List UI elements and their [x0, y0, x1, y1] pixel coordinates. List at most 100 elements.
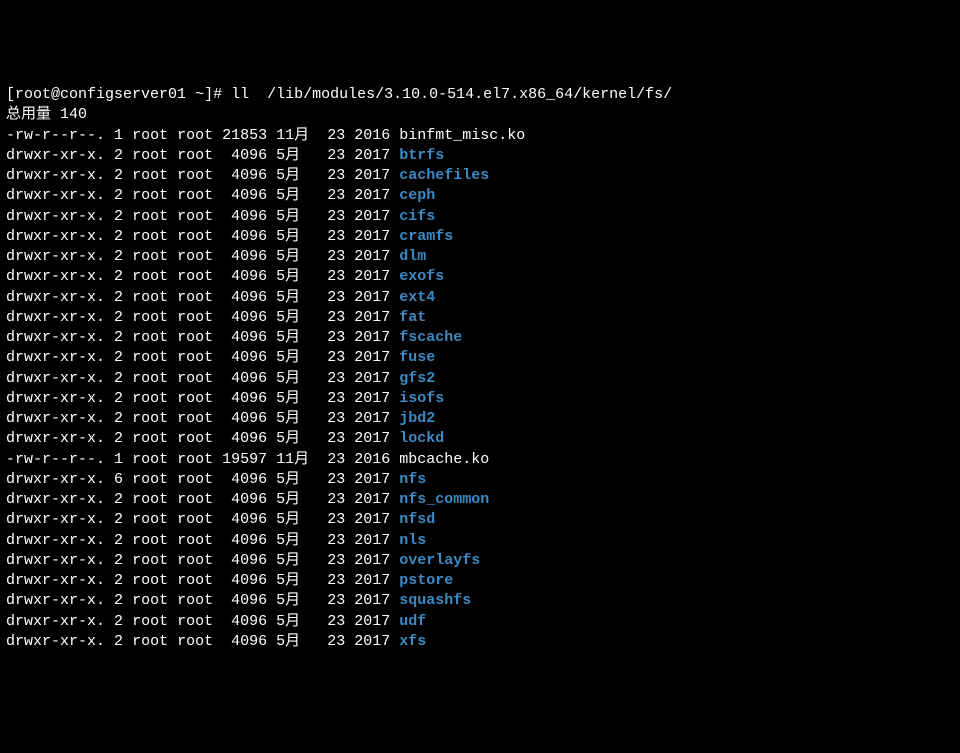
- links: 2: [114, 248, 123, 265]
- year: 2017: [354, 410, 390, 427]
- group: root: [177, 390, 213, 407]
- links: 2: [114, 390, 123, 407]
- month: 5月: [276, 349, 318, 366]
- size: 4096: [222, 613, 267, 630]
- month: 11月: [276, 127, 318, 144]
- group: root: [177, 289, 213, 306]
- folder-icon-name: ceph: [399, 187, 435, 204]
- size: 4096: [222, 289, 267, 306]
- year: 2017: [354, 471, 390, 488]
- month: 5月: [276, 511, 318, 528]
- owner: root: [132, 511, 168, 528]
- folder-icon-name: btrfs: [399, 147, 444, 164]
- perm: drwxr-xr-x.: [6, 329, 105, 346]
- group: root: [177, 572, 213, 589]
- owner: root: [132, 471, 168, 488]
- links: 2: [114, 613, 123, 630]
- file-listing: -rw-r--r--. 1 root root 21853 11月 23 201…: [6, 126, 954, 653]
- links: 2: [114, 410, 123, 427]
- owner: root: [132, 228, 168, 245]
- month: 5月: [276, 491, 318, 508]
- list-item: drwxr-xr-x. 2 root root 4096 5月 23 2017 …: [6, 511, 435, 528]
- day: 23: [327, 390, 345, 407]
- perm: drwxr-xr-x.: [6, 309, 105, 326]
- group: root: [177, 187, 213, 204]
- year: 2016: [354, 127, 390, 144]
- year: 2017: [354, 592, 390, 609]
- folder-icon-name: jbd2: [399, 410, 435, 427]
- prompt-user-host: root@configserver01: [15, 86, 186, 103]
- prompt-open: [: [6, 86, 15, 103]
- folder-icon-name: nfs: [399, 471, 426, 488]
- terminal-output[interactable]: [root@configserver01 ~]# ll /lib/modules…: [6, 85, 954, 652]
- year: 2017: [354, 572, 390, 589]
- size: 4096: [222, 147, 267, 164]
- perm: drwxr-xr-x.: [6, 592, 105, 609]
- month: 5月: [276, 552, 318, 569]
- owner: root: [132, 370, 168, 387]
- folder-icon-name: xfs: [399, 633, 426, 650]
- month: 5月: [276, 572, 318, 589]
- owner: root: [132, 309, 168, 326]
- year: 2017: [354, 370, 390, 387]
- list-item: drwxr-xr-x. 2 root root 4096 5月 23 2017 …: [6, 228, 453, 245]
- size: 4096: [222, 208, 267, 225]
- list-item: drwxr-xr-x. 2 root root 4096 5月 23 2017 …: [6, 491, 489, 508]
- year: 2017: [354, 289, 390, 306]
- day: 23: [327, 592, 345, 609]
- day: 23: [327, 410, 345, 427]
- size: 4096: [222, 491, 267, 508]
- list-item: drwxr-xr-x. 2 root root 4096 5月 23 2017 …: [6, 248, 426, 265]
- owner: root: [132, 248, 168, 265]
- owner: root: [132, 390, 168, 407]
- links: 2: [114, 268, 123, 285]
- month: 5月: [276, 430, 318, 447]
- perm: drwxr-xr-x.: [6, 289, 105, 306]
- links: 2: [114, 633, 123, 650]
- owner: root: [132, 572, 168, 589]
- folder-icon-name: nfs_common: [399, 491, 489, 508]
- month: 5月: [276, 390, 318, 407]
- links: 2: [114, 228, 123, 245]
- size: 4096: [222, 532, 267, 549]
- group: root: [177, 613, 213, 630]
- day: 23: [327, 370, 345, 387]
- day: 23: [327, 167, 345, 184]
- year: 2017: [354, 390, 390, 407]
- perm: drwxr-xr-x.: [6, 268, 105, 285]
- year: 2017: [354, 532, 390, 549]
- year: 2017: [354, 613, 390, 630]
- list-item: drwxr-xr-x. 2 root root 4096 5月 23 2017 …: [6, 349, 435, 366]
- owner: root: [132, 633, 168, 650]
- size: 4096: [222, 187, 267, 204]
- perm: drwxr-xr-x.: [6, 147, 105, 164]
- size: 4096: [222, 572, 267, 589]
- day: 23: [327, 187, 345, 204]
- perm: drwxr-xr-x.: [6, 390, 105, 407]
- perm: drwxr-xr-x.: [6, 187, 105, 204]
- owner: root: [132, 349, 168, 366]
- links: 2: [114, 572, 123, 589]
- day: 23: [327, 268, 345, 285]
- owner: root: [132, 208, 168, 225]
- size: 4096: [222, 167, 267, 184]
- links: 2: [114, 491, 123, 508]
- list-item: drwxr-xr-x. 2 root root 4096 5月 23 2017 …: [6, 390, 444, 407]
- group: root: [177, 268, 213, 285]
- month: 5月: [276, 228, 318, 245]
- size: 4096: [222, 511, 267, 528]
- perm: drwxr-xr-x.: [6, 410, 105, 427]
- month: 5月: [276, 532, 318, 549]
- perm: drwxr-xr-x.: [6, 572, 105, 589]
- group: root: [177, 532, 213, 549]
- size: 4096: [222, 410, 267, 427]
- group: root: [177, 633, 213, 650]
- day: 23: [327, 613, 345, 630]
- perm: drwxr-xr-x.: [6, 633, 105, 650]
- year: 2016: [354, 451, 390, 468]
- file-icon-name: binfmt_misc.ko: [399, 127, 525, 144]
- size: 4096: [222, 228, 267, 245]
- year: 2017: [354, 187, 390, 204]
- month: 5月: [276, 147, 318, 164]
- month: 5月: [276, 187, 318, 204]
